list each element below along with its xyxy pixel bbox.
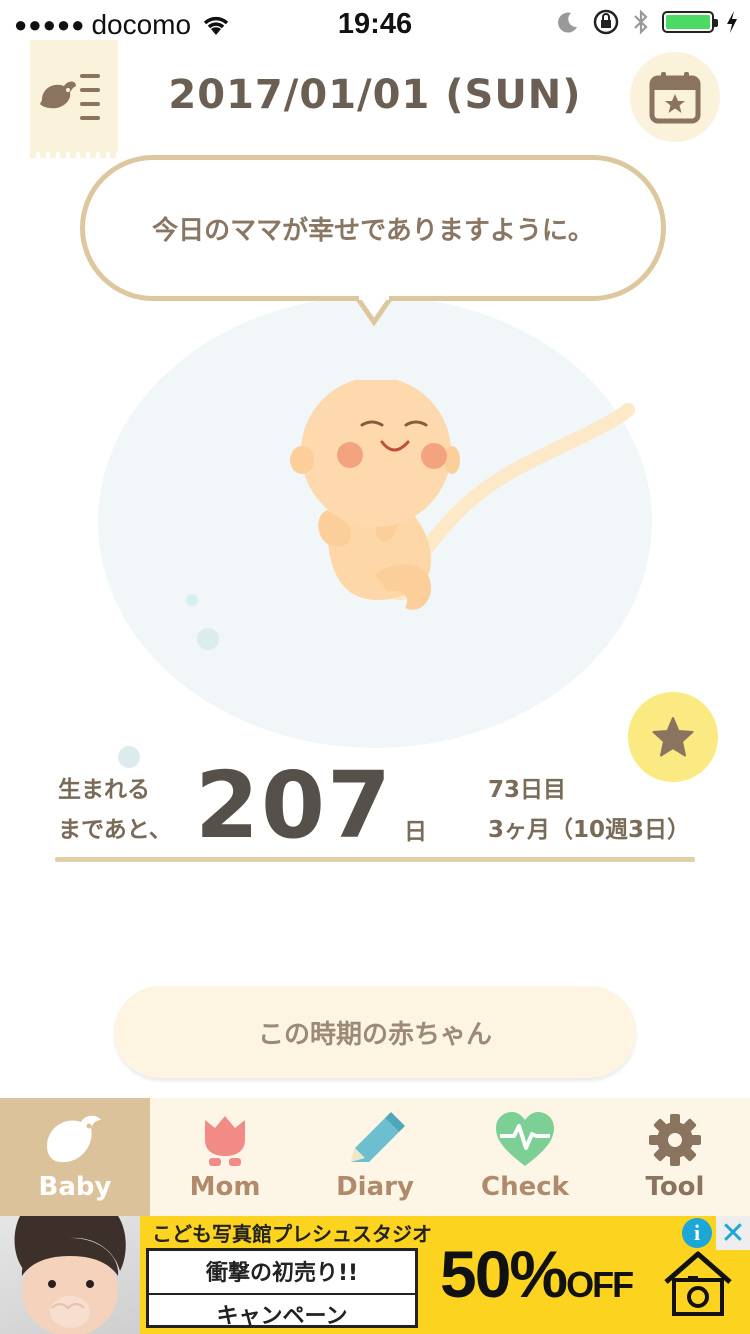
ad-banner[interactable]: こども写真館プレシュスタジオ 衝撃の初売り!! キャンペーン 50%OFF i … (0, 1216, 750, 1334)
tab-tool[interactable]: Tool (600, 1098, 750, 1216)
tab-check[interactable]: Check (450, 1098, 600, 1216)
heart-pulse-icon (496, 1112, 554, 1166)
ad-close-button[interactable]: ✕ (716, 1216, 750, 1250)
tab-mom-label: Mom (189, 1172, 261, 1202)
ad-headline: こども写真館プレシュスタジオ (152, 1222, 432, 1246)
tab-diary[interactable]: Diary (300, 1098, 450, 1216)
status-right (556, 8, 738, 36)
ad-offer: 50%OFF (440, 1236, 634, 1312)
ad-offer-main: 50% (440, 1237, 568, 1311)
divider (55, 857, 695, 862)
calendar-star-icon (649, 72, 701, 124)
message-bubble: 今日のママが幸せでありますように。 (80, 155, 666, 301)
tab-diary-label: Diary (336, 1172, 414, 1202)
countdown-label: 生まれる まであと、 (58, 770, 172, 850)
ad-info-icon[interactable]: i (682, 1218, 712, 1248)
calendar-button[interactable] (630, 52, 720, 142)
tab-mom[interactable]: Mom (150, 1098, 300, 1216)
moon-icon (558, 12, 577, 33)
fetus-illustration (290, 380, 460, 610)
tab-baby-label: Baby (38, 1172, 112, 1202)
tab-tool-label: Tool (645, 1172, 705, 1202)
pregnancy-progress: 73日目 3ヶ月（10週3日） (488, 770, 690, 850)
tab-baby[interactable]: Baby (0, 1098, 150, 1216)
tab-bar: Baby Mom Diary Check Tool (0, 1098, 750, 1216)
ad-photo (0, 1216, 140, 1334)
tulip-icon (205, 1116, 245, 1166)
days-unit: 日 (404, 819, 427, 845)
bird-icon (47, 1115, 101, 1163)
floating-bubble (118, 746, 140, 768)
bluetooth-icon (634, 9, 648, 35)
message-text: 今日のママが幸せでありますように。 (152, 215, 594, 246)
favorite-button[interactable] (628, 692, 718, 782)
bubble-tail (356, 296, 392, 326)
battery-icon (662, 11, 718, 33)
baby-this-period-button[interactable]: この時期の赤ちゃん (114, 986, 636, 1078)
star-icon (652, 717, 694, 757)
countdown-label-line2: まであと、 (58, 817, 172, 843)
charging-icon (727, 11, 737, 33)
tab-check-label: Check (481, 1172, 569, 1202)
gear-icon (649, 1114, 701, 1166)
studio-logo-icon (664, 1251, 732, 1316)
days-left: 207 (195, 752, 394, 859)
ad-campaign-box: 衝撃の初売り!! キャンペーン (146, 1248, 418, 1330)
ad-line2: キャンペーン (149, 1293, 415, 1330)
baby-this-period-label: この時期の赤ちゃん (257, 1019, 492, 1050)
pencil-icon (351, 1112, 405, 1162)
day-count: 73日目 (488, 777, 567, 803)
rotation-lock-icon (593, 9, 619, 35)
floating-bubble (186, 594, 198, 606)
ad-offer-sub: OFF (566, 1264, 634, 1305)
ad-line1: 衝撃の初売り!! (205, 1261, 359, 1286)
floating-bubble (197, 628, 219, 650)
month-week: 3ヶ月（10週3日） (488, 817, 691, 843)
countdown-label-line1: 生まれる (58, 777, 150, 803)
